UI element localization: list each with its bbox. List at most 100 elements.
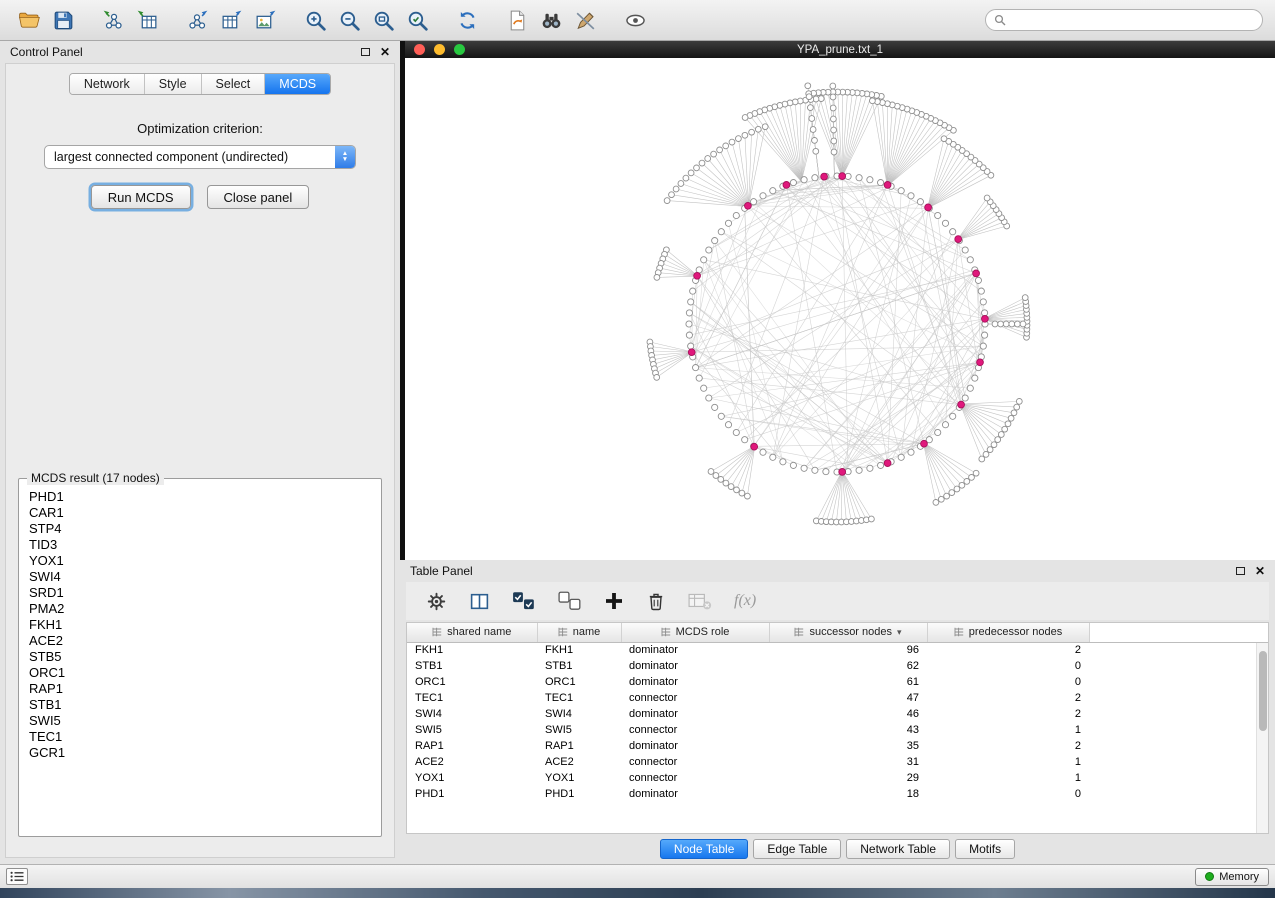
tab-node-table[interactable]: Node Table [660, 839, 749, 859]
network-node[interactable] [678, 181, 684, 187]
network-node[interactable] [683, 175, 689, 181]
mcds-result-item[interactable]: RAP1 [29, 681, 379, 697]
float-table-panel-icon[interactable] [1236, 567, 1245, 575]
network-node[interactable] [1014, 404, 1020, 410]
optimization-criterion-select[interactable]: largest connected component (undirected)… [44, 145, 356, 169]
mcds-result-item[interactable]: TID3 [29, 537, 379, 553]
column-header-successor-nodes[interactable]: successor nodes▾ [769, 623, 927, 642]
network-node[interactable] [933, 500, 939, 506]
network-node[interactable] [736, 136, 742, 142]
import-table-button[interactable] [130, 4, 164, 36]
delete-column-button[interactable] [646, 591, 666, 611]
tab-style[interactable]: Style [145, 74, 202, 94]
network-node[interactable] [954, 486, 960, 492]
network-node[interactable] [950, 229, 956, 235]
tab-network[interactable]: Network [70, 74, 145, 94]
network-node[interactable] [723, 143, 729, 149]
network-node[interactable] [790, 462, 796, 468]
network-node[interactable] [810, 127, 816, 133]
close-panel-button[interactable]: Close panel [207, 185, 310, 209]
network-node[interactable] [742, 132, 748, 138]
column-header-predecessor-nodes[interactable]: predecessor nodes [927, 623, 1089, 642]
network-node[interactable] [755, 126, 761, 132]
network-node[interactable] [1022, 295, 1028, 301]
select-all-button[interactable] [512, 591, 536, 611]
dominator-node[interactable] [925, 204, 932, 211]
maximize-window-icon[interactable] [454, 44, 465, 55]
network-node[interactable] [979, 456, 985, 462]
network-node[interactable] [694, 165, 700, 171]
delete-table-button[interactable] [688, 591, 712, 611]
network-node[interactable] [711, 151, 717, 157]
dominator-node[interactable] [884, 182, 891, 189]
network-node[interactable] [706, 247, 712, 253]
network-node[interactable] [972, 375, 978, 381]
network-node[interactable] [809, 116, 815, 122]
network-node[interactable] [831, 138, 837, 144]
network-node[interactable] [830, 105, 836, 111]
network-node[interactable] [950, 413, 956, 419]
network-node[interactable] [878, 180, 884, 186]
dominator-node[interactable] [955, 236, 962, 243]
mcds-result-item[interactable]: PMA2 [29, 601, 379, 617]
network-node[interactable] [938, 496, 944, 502]
status-menu-button[interactable] [6, 868, 28, 885]
network-node[interactable] [998, 432, 1004, 438]
network-node[interactable] [712, 404, 718, 410]
column-header-MCDS-role[interactable]: MCDS role [621, 623, 769, 642]
add-column-button[interactable] [604, 591, 624, 611]
close-table-panel-icon[interactable]: ✕ [1255, 565, 1265, 577]
dominator-node[interactable] [839, 173, 846, 180]
network-node[interactable] [995, 437, 1001, 443]
table-row[interactable]: ACE2ACE2connector311 [407, 754, 1268, 770]
network-node[interactable] [917, 199, 923, 205]
network-node[interactable] [935, 429, 941, 435]
network-node[interactable] [762, 124, 768, 130]
network-node[interactable] [975, 277, 981, 283]
network-node[interactable] [751, 199, 757, 205]
network-node[interactable] [801, 177, 807, 183]
network-node[interactable] [1003, 321, 1009, 327]
network-node[interactable] [690, 288, 696, 294]
network-node[interactable] [856, 175, 862, 181]
close-window-icon[interactable] [414, 44, 425, 55]
show-hide-button[interactable] [618, 4, 652, 36]
network-node[interactable] [898, 188, 904, 194]
network-node[interactable] [723, 480, 729, 486]
network-node[interactable] [867, 177, 873, 183]
dominator-node[interactable] [884, 460, 891, 467]
network-node[interactable] [908, 193, 914, 199]
network-node[interactable] [878, 462, 884, 468]
dominator-node[interactable] [694, 272, 701, 279]
network-node[interactable] [749, 129, 755, 135]
network-node[interactable] [1005, 421, 1011, 427]
network-node[interactable] [790, 180, 796, 186]
network-node[interactable] [908, 449, 914, 455]
dominator-node[interactable] [821, 173, 828, 180]
network-node[interactable] [1009, 321, 1015, 327]
network-node[interactable] [729, 139, 735, 145]
network-node[interactable] [718, 229, 724, 235]
find-button[interactable] [534, 4, 568, 36]
network-node[interactable] [869, 516, 875, 522]
network-node[interactable] [831, 127, 837, 133]
mcds-result-item[interactable]: TEC1 [29, 729, 379, 745]
table-row[interactable]: RAP1RAP1dominator352 [407, 738, 1268, 754]
network-node[interactable] [983, 452, 989, 458]
network-node[interactable] [1015, 321, 1021, 327]
network-node[interactable] [708, 469, 714, 475]
mcds-result-item[interactable]: PHD1 [29, 489, 379, 505]
network-node[interactable] [856, 467, 862, 473]
network-node[interactable] [984, 195, 990, 201]
network-node[interactable] [991, 442, 997, 448]
save-session-button[interactable] [46, 4, 80, 36]
mcds-result-item[interactable]: YOX1 [29, 553, 379, 569]
network-node[interactable] [949, 490, 955, 496]
network-node[interactable] [812, 175, 818, 181]
network-node[interactable] [942, 220, 948, 226]
network-node[interactable] [712, 238, 718, 244]
network-node[interactable] [701, 385, 707, 391]
float-panel-icon[interactable] [361, 48, 370, 56]
network-node[interactable] [696, 375, 702, 381]
memory-button[interactable]: Memory [1195, 868, 1269, 886]
